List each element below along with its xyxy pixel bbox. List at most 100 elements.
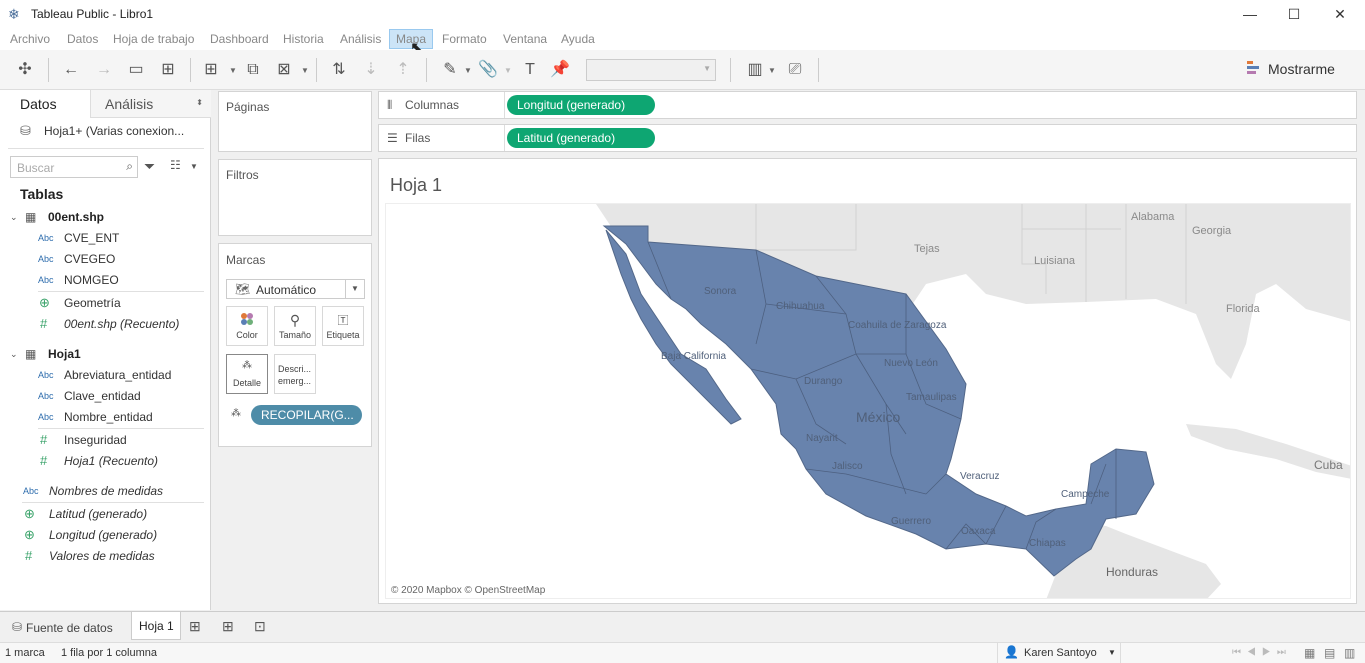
chevron-down-icon[interactable]: ▼	[504, 66, 512, 75]
rows-pill[interactable]: Latitud (generado)	[507, 128, 655, 148]
tab-datasource[interactable]: ⛁ Fuente de datos	[6, 616, 126, 640]
map-label: Coahuila de Zaragoza	[848, 320, 947, 331]
save-icon[interactable]: ▭	[125, 60, 147, 80]
menu-hoja-de-trabajo[interactable]: Hoja de trabajo	[113, 32, 194, 46]
tab-analisis[interactable]: Análisis ⬍	[90, 90, 211, 118]
menu-historia[interactable]: Historia	[283, 32, 324, 46]
show-me-button[interactable]: Mostrarme	[1244, 58, 1344, 82]
columns-pill[interactable]: Longitud (generado)	[507, 95, 655, 115]
field-row[interactable]: Abc Nombre_entidad	[0, 407, 210, 427]
size-label: Tamaño	[278, 330, 312, 340]
map-label: Durango	[804, 376, 843, 387]
tab-datos[interactable]: Datos	[0, 90, 90, 118]
detail-pill[interactable]: RECOPILAR(G...	[251, 405, 362, 425]
search-input[interactable]: Buscar ⌕	[10, 156, 138, 178]
field-row[interactable]: Abc CVE_ENT	[0, 228, 210, 248]
tableau-logo-icon: ❄	[8, 6, 20, 22]
tooltip-button[interactable]: Descri... emerg...	[274, 354, 316, 394]
highlight-icon[interactable]: ✎	[439, 60, 461, 80]
field-row[interactable]: ⊕ Longitud (generado)	[0, 525, 210, 545]
marks-card: Marcas 🗺 Automático ▼ Color ⚲ Tamaño 🅃 E…	[218, 243, 372, 447]
new-story-icon[interactable]: ⊡	[254, 618, 266, 635]
field-row[interactable]: # Inseguridad	[0, 430, 210, 450]
close-button[interactable]: ✕	[1317, 0, 1363, 28]
clear-sheet-icon[interactable]: ⊠	[273, 60, 295, 80]
menu-ventana[interactable]: Ventana	[503, 32, 547, 46]
map-view[interactable]: Tejas Luisiana Alabama Georgia Florida C…	[385, 203, 1351, 599]
sort-ascending-icon[interactable]: ⇣	[360, 60, 382, 80]
new-datasource-icon[interactable]: ⊞	[157, 60, 179, 80]
menu-datos[interactable]: Datos	[67, 32, 98, 46]
string-type-icon: Abc	[38, 412, 54, 422]
chevron-down-icon[interactable]: ▼	[229, 66, 237, 75]
rows-shelf: ☰ Filas Latitud (generado)	[378, 124, 1357, 152]
table-hoja1-row[interactable]: ⌄ ▦ Hoja1	[0, 344, 210, 364]
marks-count: 1 marca	[5, 647, 45, 659]
maximize-button[interactable]: ☐	[1271, 0, 1317, 28]
field-row[interactable]: Abc Abreviatura_entidad	[0, 365, 210, 385]
field-row[interactable]: Abc Clave_entidad	[0, 386, 210, 406]
menu-dashboard[interactable]: Dashboard	[210, 32, 269, 46]
table-00ent-row[interactable]: ⌄ ▦ 00ent.shp	[0, 207, 210, 227]
redo-icon[interactable]: →	[93, 60, 115, 80]
chevron-down-icon[interactable]: ▼	[768, 66, 776, 75]
size-button[interactable]: ⚲ Tamaño	[274, 306, 316, 346]
new-dashboard-icon[interactable]: ⊞	[222, 618, 234, 635]
tab-hoja1[interactable]: Hoja 1	[131, 612, 181, 640]
list-view-icon[interactable]: ▤	[1324, 646, 1335, 660]
show-labels-icon[interactable]: T	[519, 60, 541, 80]
pages-card[interactable]: Páginas	[218, 91, 372, 152]
chevron-down-icon[interactable]: ▼	[464, 66, 472, 75]
label-button[interactable]: 🅃 Etiqueta	[322, 306, 364, 346]
globe-icon: ⊕	[39, 295, 50, 310]
sheet-navigation-icons[interactable]: ⏮◀▶⏭	[1232, 647, 1292, 658]
field-row[interactable]: # Valores de medidas	[0, 546, 210, 566]
size-icon: ⚲	[289, 312, 301, 328]
field-name: Nombre_entidad	[64, 410, 153, 424]
duplicate-sheet-icon[interactable]: ⧉	[242, 60, 264, 80]
user-menu[interactable]: 👤 Karen Santoyo ▼	[997, 643, 1121, 663]
menu-formato[interactable]: Formato	[442, 32, 487, 46]
menu-analisis[interactable]: Análisis	[340, 32, 381, 46]
show-cards-icon[interactable]: ▥	[744, 60, 766, 80]
grid-view-icon[interactable]: ▦	[1304, 646, 1315, 660]
field-row[interactable]: ⊕ Geometría	[0, 293, 210, 313]
field-row[interactable]: ⊕ Latitud (generado)	[0, 504, 210, 524]
separator	[730, 58, 731, 82]
fit-dropdown[interactable]: ▼	[586, 59, 716, 81]
field-row[interactable]: Abc Nombres de medidas	[0, 481, 210, 501]
detail-button[interactable]: ⁂ Detalle	[226, 354, 268, 394]
menu-ayuda[interactable]: Ayuda	[561, 32, 595, 46]
map-svg[interactable]: Tejas Luisiana Alabama Georgia Florida C…	[386, 204, 1351, 599]
chevron-down-icon[interactable]: ▼	[190, 162, 198, 171]
chevron-down-icon: ▼	[703, 64, 711, 73]
pin-icon[interactable]: 📌	[549, 60, 571, 80]
sort-descending-icon[interactable]: ⇡	[392, 60, 414, 80]
new-worksheet-icon[interactable]: ⊞	[200, 60, 222, 80]
color-button[interactable]: Color	[226, 306, 268, 346]
field-row[interactable]: # Hoja1 (Recuento)	[0, 451, 210, 471]
chevron-down-icon: ▼	[345, 280, 364, 298]
map-label: Campeche	[1061, 489, 1110, 500]
datasource-item[interactable]: ⛁ Hoja1+ (Varias conexion...	[20, 122, 205, 142]
chevron-down-icon[interactable]: ▼	[301, 66, 309, 75]
group-icon[interactable]: 📎	[477, 60, 499, 80]
swap-rows-columns-icon[interactable]: ⇅	[328, 60, 350, 80]
undo-icon[interactable]: ←	[60, 60, 82, 80]
menu-archivo[interactable]: Archivo	[10, 32, 50, 46]
filter-icon[interactable]: ⏷	[144, 158, 155, 175]
filters-card[interactable]: Filtros	[218, 159, 372, 236]
view-options-icon[interactable]: ☷	[170, 158, 181, 172]
filmstrip-view-icon[interactable]: ▥	[1344, 646, 1355, 660]
tableau-home-icon[interactable]: ✣	[14, 60, 36, 80]
field-row[interactable]: # 00ent.shp (Recuento)	[0, 314, 210, 334]
separator	[316, 58, 317, 82]
field-row[interactable]: Abc NOMGEO	[0, 270, 210, 290]
field-row[interactable]: Abc CVEGEO	[0, 249, 210, 269]
minimize-button[interactable]: —	[1227, 0, 1273, 28]
field-name: CVEGEO	[64, 252, 116, 266]
new-worksheet-icon[interactable]: ⊞	[189, 618, 201, 635]
separator	[426, 58, 427, 82]
mark-type-dropdown[interactable]: 🗺 Automático ▼	[226, 279, 365, 299]
presentation-mode-icon[interactable]: ⎚	[784, 60, 806, 80]
